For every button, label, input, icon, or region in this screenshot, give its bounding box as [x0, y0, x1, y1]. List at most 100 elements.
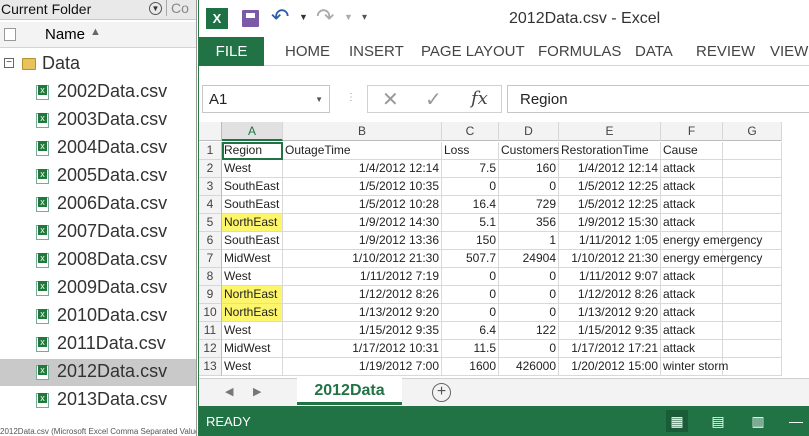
- cell-e2[interactable]: 1/4/2012 12:14: [559, 160, 661, 178]
- folder-column-header[interactable]: Name ▲: [0, 22, 196, 48]
- cell-e13[interactable]: 1/20/2012 15:00: [559, 358, 661, 376]
- cell-f10[interactable]: attack: [661, 304, 723, 322]
- cell-g5[interactable]: [723, 214, 782, 232]
- cell-f8[interactable]: attack: [661, 268, 723, 286]
- tab-data[interactable]: DATA: [635, 37, 673, 66]
- cell-g3[interactable]: [723, 178, 782, 196]
- cell-d12[interactable]: 0: [499, 340, 559, 358]
- cell-b7[interactable]: 1/10/2012 21:30: [283, 250, 442, 268]
- cell-e6[interactable]: 1/11/2012 1:05: [559, 232, 661, 250]
- cell-e11[interactable]: 1/15/2012 9:35: [559, 322, 661, 340]
- panel-actions-icon[interactable]: ▼: [149, 2, 162, 15]
- row-header[interactable]: 8: [199, 268, 222, 286]
- cell-f5[interactable]: attack: [661, 214, 723, 232]
- cell-b5[interactable]: 1/9/2012 14:30: [283, 214, 442, 232]
- cell-c4[interactable]: 16.4: [442, 196, 499, 214]
- file-item[interactable]: 2007Data.csv: [0, 219, 196, 246]
- file-item[interactable]: 2013Data.csv: [0, 387, 196, 414]
- cell-g8[interactable]: [723, 268, 782, 286]
- row-header[interactable]: 4: [199, 196, 222, 214]
- customize-toolbar-icon[interactable]: ▾: [362, 12, 367, 23]
- cell-f7[interactable]: energy emergency: [661, 250, 762, 268]
- cell-b1[interactable]: OutageTime: [283, 142, 442, 160]
- formula-input[interactable]: Region: [507, 85, 809, 113]
- row-header[interactable]: 12: [199, 340, 222, 358]
- cell-f3[interactable]: attack: [661, 178, 723, 196]
- file-item[interactable]: 2008Data.csv: [0, 247, 196, 274]
- row-header[interactable]: 3: [199, 178, 222, 196]
- cell-g2[interactable]: [723, 160, 782, 178]
- row-header[interactable]: 7: [199, 250, 222, 268]
- cell-d8[interactable]: 0: [499, 268, 559, 286]
- row-header[interactable]: 6: [199, 232, 222, 250]
- tab-formulas[interactable]: FORMULAS: [538, 37, 621, 66]
- row-header[interactable]: 13: [199, 358, 222, 376]
- cell-a7[interactable]: MidWest: [222, 250, 283, 268]
- cell-d7[interactable]: 24904: [499, 250, 559, 268]
- next-sheet-icon[interactable]: ▶: [253, 385, 261, 398]
- cell-b10[interactable]: 1/13/2012 9:20: [283, 304, 442, 322]
- row-header[interactable]: 11: [199, 322, 222, 340]
- cell-b4[interactable]: 1/5/2012 10:28: [283, 196, 442, 214]
- tab-file[interactable]: FILE: [199, 37, 264, 66]
- cell-c5[interactable]: 5.1: [442, 214, 499, 232]
- page-break-view-icon[interactable]: ▥: [747, 410, 769, 432]
- cell-g11[interactable]: [723, 322, 782, 340]
- row-header[interactable]: 9: [199, 286, 222, 304]
- cell-g10[interactable]: [723, 304, 782, 322]
- cell-a1[interactable]: Region: [222, 142, 283, 160]
- tab-review[interactable]: REVIEW: [696, 37, 755, 66]
- cell-e12[interactable]: 1/17/2012 17:21: [559, 340, 661, 358]
- column-header-f[interactable]: F: [661, 122, 723, 141]
- cell-g9[interactable]: [723, 286, 782, 304]
- cell-a13[interactable]: West: [222, 358, 283, 376]
- cell-a8[interactable]: West: [222, 268, 283, 286]
- cell-c6[interactable]: 150: [442, 232, 499, 250]
- cell-a10[interactable]: NorthEast: [222, 304, 283, 322]
- cell-d2[interactable]: 160: [499, 160, 559, 178]
- cell-a12[interactable]: MidWest: [222, 340, 283, 358]
- column-header-d[interactable]: D: [499, 122, 559, 141]
- cell-c2[interactable]: 7.5: [442, 160, 499, 178]
- file-item[interactable]: 2010Data.csv: [0, 303, 196, 330]
- add-sheet-button[interactable]: +: [432, 383, 451, 402]
- enter-check-icon[interactable]: ✓: [425, 87, 442, 112]
- cell-e9[interactable]: 1/12/2012 8:26: [559, 286, 661, 304]
- cell-g6[interactable]: [723, 232, 782, 250]
- cell-e3[interactable]: 1/5/2012 12:25: [559, 178, 661, 196]
- row-header[interactable]: 5: [199, 214, 222, 232]
- cell-b2[interactable]: 1/4/2012 12:14: [283, 160, 442, 178]
- cell-c13[interactable]: 1600: [442, 358, 499, 376]
- cell-e4[interactable]: 1/5/2012 12:25: [559, 196, 661, 214]
- cell-a11[interactable]: West: [222, 322, 283, 340]
- cell-a9[interactable]: NorthEast: [222, 286, 283, 304]
- normal-view-icon[interactable]: ▦: [666, 410, 688, 432]
- file-item[interactable]: 2005Data.csv: [0, 163, 196, 190]
- collapse-icon[interactable]: −: [4, 58, 14, 68]
- name-box[interactable]: A1 ▼: [202, 85, 330, 113]
- cell-d4[interactable]: 729: [499, 196, 559, 214]
- cell-b8[interactable]: 1/11/2012 7:19: [283, 268, 442, 286]
- spreadsheet-grid[interactable]: A B C D E F G 1 Region OutageTime Loss Customers Res…: [199, 122, 809, 378]
- cell-f13[interactable]: winter storm: [661, 358, 728, 376]
- header-checkbox[interactable]: [4, 28, 16, 41]
- tab-home[interactable]: HOME: [285, 37, 330, 66]
- cell-b9[interactable]: 1/12/2012 8:26: [283, 286, 442, 304]
- cell-c9[interactable]: 0: [442, 286, 499, 304]
- formula-bar-grip-icon[interactable]: ⋮: [346, 92, 356, 106]
- column-header-e[interactable]: E: [559, 122, 661, 141]
- cell-f11[interactable]: attack: [661, 322, 723, 340]
- excel-app-icon[interactable]: X: [206, 8, 228, 29]
- file-item[interactable]: 2012Data.csv: [0, 359, 196, 386]
- column-header-c[interactable]: C: [442, 122, 499, 141]
- redo-icon[interactable]: ↷: [316, 4, 334, 30]
- tab-view[interactable]: VIEW: [770, 37, 808, 66]
- cell-a6[interactable]: SouthEast: [222, 232, 283, 250]
- cell-c11[interactable]: 6.4: [442, 322, 499, 340]
- undo-icon[interactable]: ↶: [271, 4, 289, 30]
- name-box-dropdown-icon[interactable]: ▼: [315, 95, 323, 104]
- cell-c8[interactable]: 0: [442, 268, 499, 286]
- page-layout-view-icon[interactable]: ▤: [707, 410, 729, 432]
- cell-f9[interactable]: attack: [661, 286, 723, 304]
- prev-sheet-icon[interactable]: ◀: [225, 385, 233, 398]
